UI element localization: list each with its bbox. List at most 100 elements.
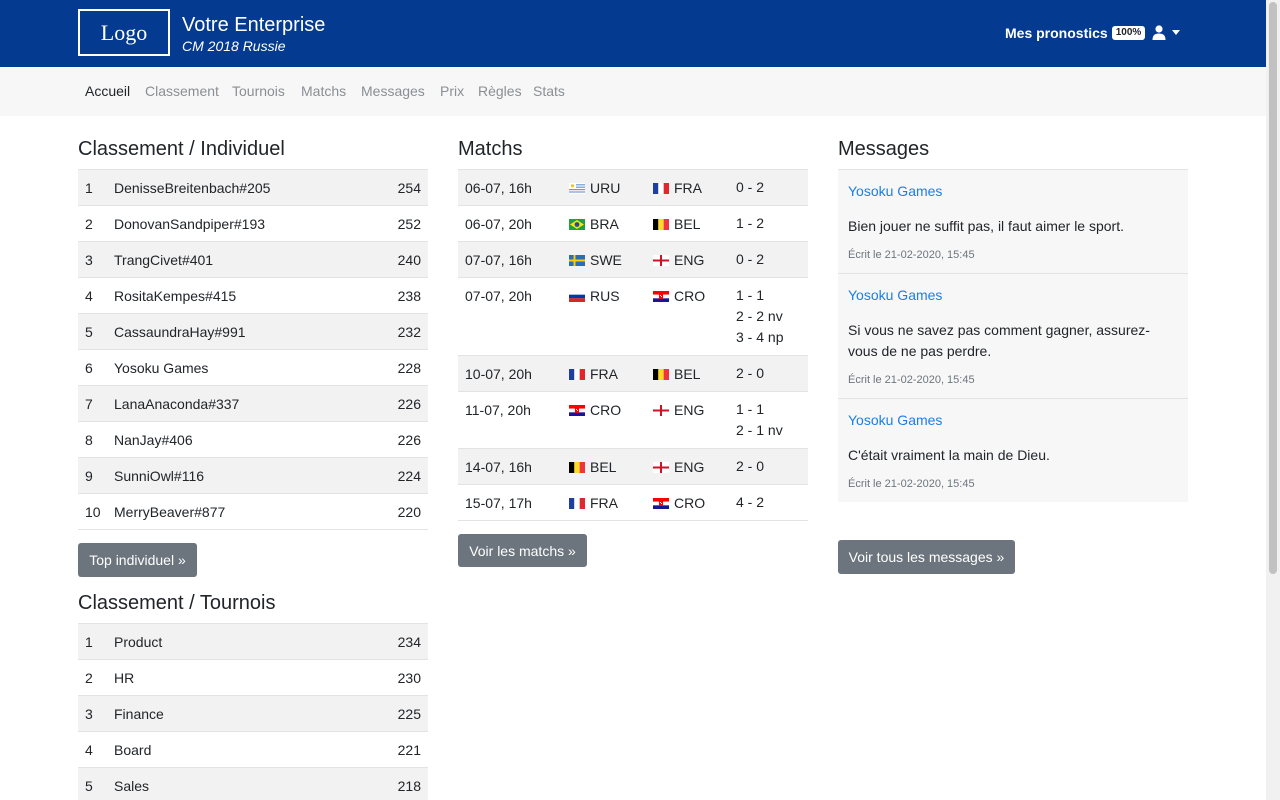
- table-row[interactable]: 3 Finance 225: [78, 696, 428, 732]
- table-row[interactable]: 10 MerryBeaver#877 220: [78, 494, 428, 530]
- team-code: ENG: [674, 402, 705, 418]
- croatia-flag-icon: [569, 404, 585, 416]
- score-line: 1 - 2: [736, 215, 765, 231]
- table-row[interactable]: 5 CassaundraHay#991 232: [78, 314, 428, 350]
- team-code: BEL: [674, 216, 701, 232]
- away-team: CRO: [653, 495, 705, 511]
- away-team: FRA: [653, 180, 702, 196]
- message-author-link[interactable]: Yosoku Games: [848, 287, 1178, 303]
- table-row[interactable]: 1 DenisseBreitenbach#205 254: [78, 170, 428, 206]
- nav-classement[interactable]: Classement: [145, 83, 219, 99]
- match-row[interactable]: 14-07, 16h BEL ENG 2 - 0: [458, 449, 808, 485]
- table-row[interactable]: 7 LanaAnaconda#337 226: [78, 386, 428, 422]
- top-individual-button[interactable]: Top individuel »: [78, 543, 197, 577]
- player-name: NanJay#406: [114, 432, 193, 448]
- message-card: Yosoku Games C'était vraiment la main de…: [838, 399, 1188, 502]
- france-flag-icon: [569, 368, 585, 380]
- table-row[interactable]: 4 RositaKempes#415 238: [78, 278, 428, 314]
- team-code: FRA: [590, 495, 618, 511]
- nav-regles[interactable]: Règles: [478, 83, 522, 99]
- nav-tournois[interactable]: Tournois: [232, 83, 285, 99]
- match-row[interactable]: 15-07, 17h FRA CRO 4 - 2: [458, 485, 808, 521]
- message-author-link[interactable]: Yosoku Games: [848, 412, 1178, 428]
- score-line: 1 - 1: [736, 401, 765, 417]
- pronostics-link[interactable]: Mes pronostics 100%: [1005, 25, 1146, 41]
- away-team: BEL: [653, 366, 700, 382]
- match-row[interactable]: 07-07, 20h RUS CRO 1 - 1 2 - 2 nv 3 - 4 …: [458, 278, 808, 356]
- score-cell: 218: [397, 778, 421, 794]
- match-date: 07-07, 20h: [465, 288, 532, 304]
- away-team: ENG: [653, 459, 704, 475]
- team-ranking-table: 1 Product 234 2 HR 230 3 Finance 225 4 Board 221…: [78, 623, 428, 800]
- match-score: 2 - 0: [736, 363, 764, 384]
- match-date: 07-07, 16h: [465, 252, 532, 268]
- team-code: RUS: [590, 288, 620, 304]
- score-line: 2 - 2 nv: [736, 308, 783, 324]
- score-line: 1 - 1: [736, 287, 765, 303]
- message-card: Yosoku Games Si vous ne savez pas commen…: [838, 274, 1188, 399]
- team-ranking-title: Classement / Tournois: [78, 592, 276, 614]
- home-team: FRA: [569, 495, 618, 511]
- table-row[interactable]: 2 HR 230: [78, 660, 428, 696]
- player-name: LanaAnaconda#337: [114, 396, 240, 412]
- score-line: 2 - 0: [736, 458, 765, 474]
- nav-messages[interactable]: Messages: [361, 83, 425, 99]
- brand-title[interactable]: Votre Enterprise: [182, 14, 325, 37]
- user-menu-toggle[interactable]: [1152, 25, 1180, 40]
- england-flag-icon: [653, 404, 669, 416]
- match-score: 1 - 1 2 - 1 nv: [736, 399, 783, 441]
- player-name: CassaundraHay#991: [114, 324, 246, 340]
- logo-text: Logo: [100, 19, 148, 45]
- nav-stats[interactable]: Stats: [533, 83, 565, 99]
- match-row[interactable]: 06-07, 20h BRA BEL 1 - 2: [458, 206, 808, 242]
- message-author-link[interactable]: Yosoku Games: [848, 183, 1178, 199]
- away-team: CRO: [653, 288, 705, 304]
- england-flag-icon: [653, 461, 669, 473]
- nav-accueil[interactable]: Accueil: [85, 83, 130, 99]
- individual-ranking-title: Classement / Individuel: [78, 138, 285, 160]
- rank-cell: 7: [85, 396, 93, 412]
- view-matches-button[interactable]: Voir les matchs »: [458, 534, 587, 567]
- matches-title: Matchs: [458, 138, 523, 160]
- home-team: BEL: [569, 459, 616, 475]
- message-text: C'était vraiment la main de Dieu.: [848, 447, 1050, 463]
- table-row[interactable]: 1 Product 234: [78, 624, 428, 660]
- match-row[interactable]: 10-07, 20h FRA BEL 2 - 0: [458, 356, 808, 392]
- pronostics-badge: 100%: [1111, 26, 1146, 40]
- nav-matchs[interactable]: Matchs: [301, 83, 346, 99]
- rank-cell: 3: [85, 706, 93, 722]
- rank-cell: 3: [85, 252, 93, 268]
- match-row[interactable]: 07-07, 16h SWE ENG 0 - 2: [458, 242, 808, 278]
- team-name: Sales: [114, 778, 150, 794]
- rank-cell: 4: [85, 742, 93, 758]
- table-row[interactable]: 2 DonovanSandpiper#193 252: [78, 206, 428, 242]
- table-row[interactable]: 5 Sales 218: [78, 768, 428, 800]
- scrollbar-thumb[interactable]: [1269, 2, 1277, 574]
- france-flag-icon: [653, 182, 669, 194]
- score-cell: 232: [397, 324, 421, 340]
- score-line: 4 - 2: [736, 494, 765, 510]
- team-code: CRO: [590, 402, 622, 418]
- score-cell: 252: [397, 216, 421, 232]
- table-row[interactable]: 4 Board 221: [78, 732, 428, 768]
- messages-list: Yosoku Games Bien jouer ne suffit pas, i…: [838, 169, 1188, 502]
- score-cell: 226: [397, 432, 421, 448]
- nav-prix[interactable]: Prix: [440, 83, 464, 99]
- match-score: 1 - 1 2 - 2 nv 3 - 4 np: [736, 285, 783, 348]
- table-row[interactable]: 6 Yosoku Games 228: [78, 350, 428, 386]
- table-row[interactable]: 8 NanJay#406 226: [78, 422, 428, 458]
- view-all-messages-button[interactable]: Voir tous les messages »: [838, 540, 1015, 574]
- match-score: 4 - 2: [736, 492, 764, 513]
- table-row[interactable]: 3 TrangCivet#401 240: [78, 242, 428, 278]
- pronostics-label: Mes pronostics: [1005, 25, 1108, 41]
- match-row[interactable]: 11-07, 20h CRO ENG 1 - 1 2 - 1 nv: [458, 392, 808, 449]
- match-row[interactable]: 06-07, 16h URU FRA 0 - 2: [458, 170, 808, 206]
- table-row[interactable]: 9 SunniOwl#116 224: [78, 458, 428, 494]
- logo[interactable]: Logo: [78, 9, 170, 56]
- rank-cell: 10: [85, 504, 101, 520]
- score-cell: 254: [397, 180, 421, 196]
- score-line: 3 - 4 np: [736, 329, 784, 345]
- match-score: 2 - 0: [736, 456, 764, 477]
- page-scrollbar[interactable]: [1266, 0, 1280, 800]
- match-date: 11-07, 20h: [465, 402, 531, 418]
